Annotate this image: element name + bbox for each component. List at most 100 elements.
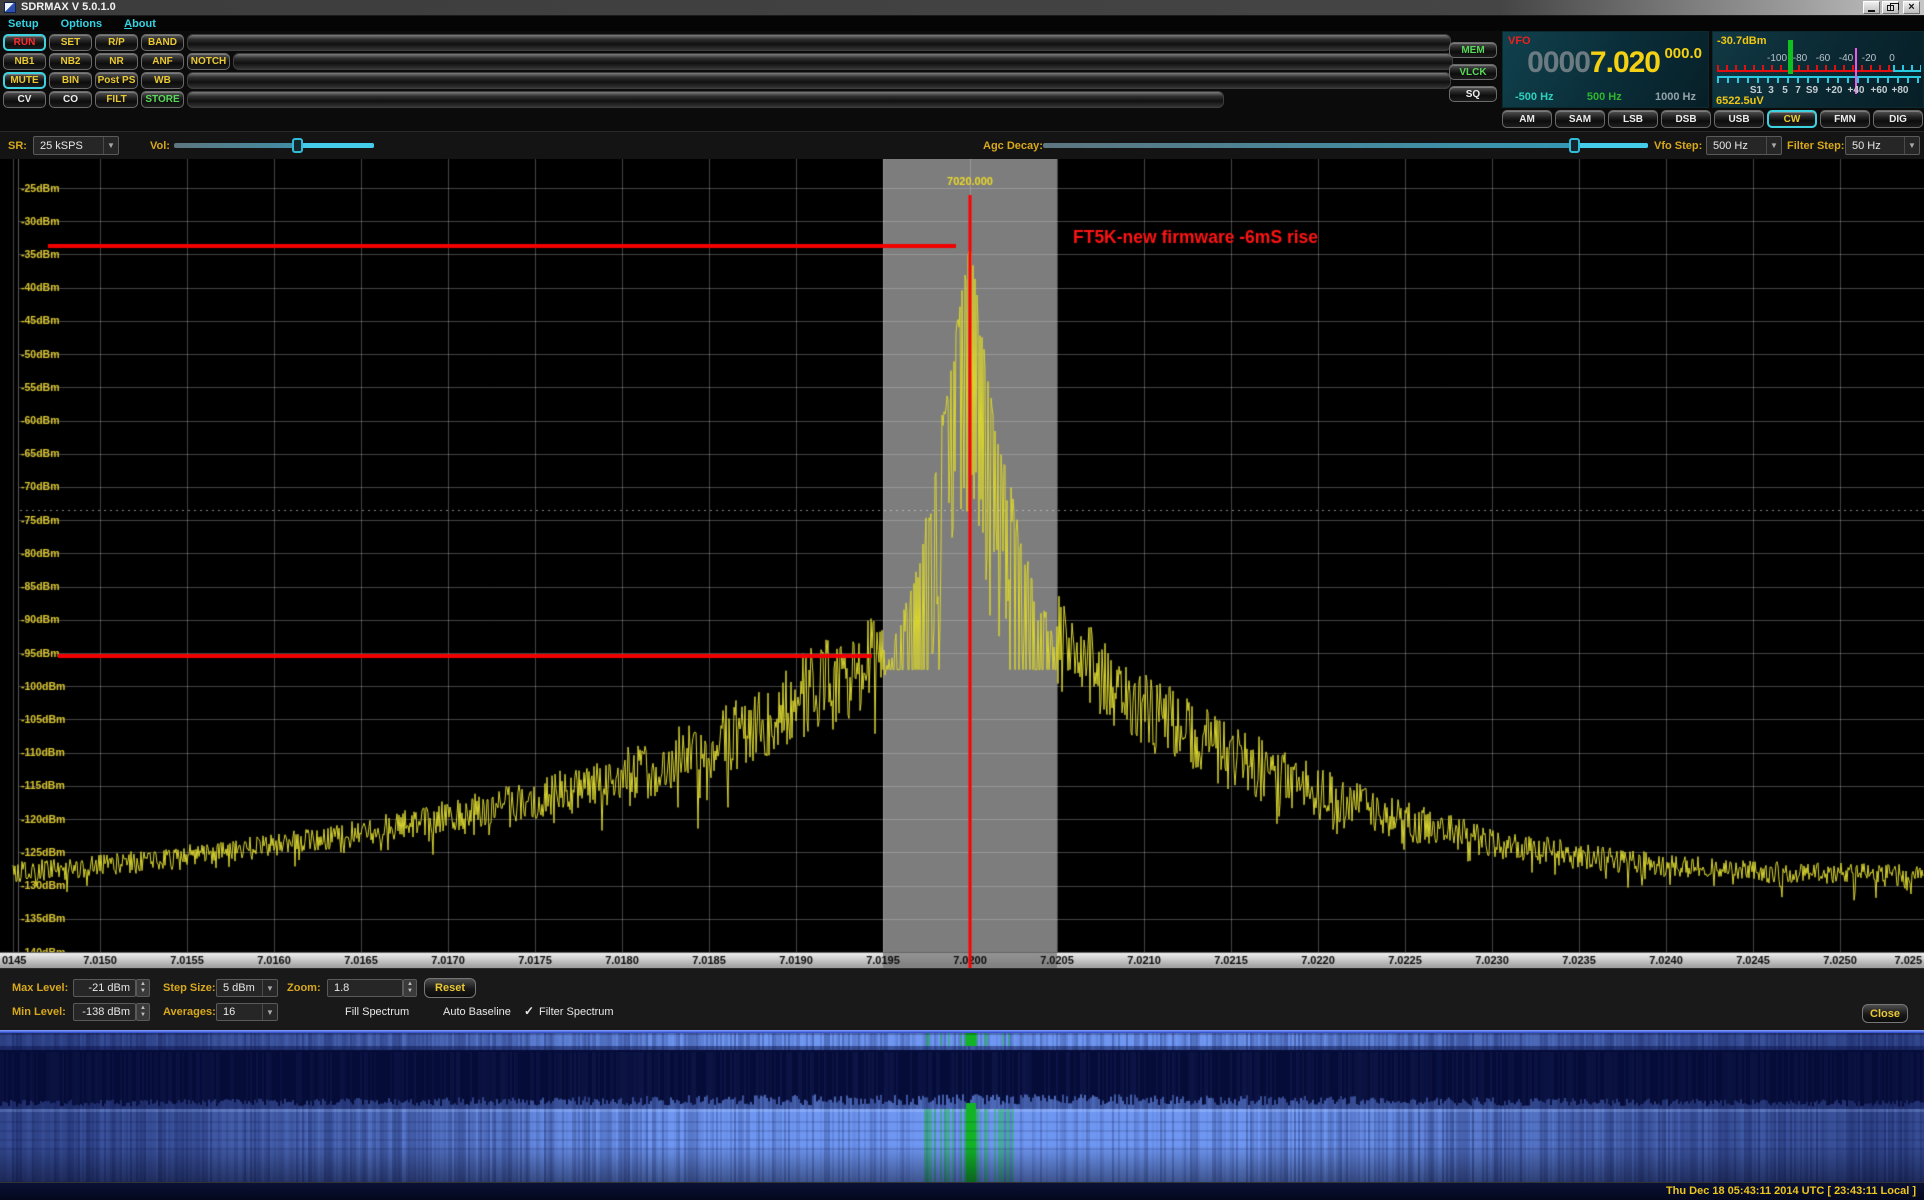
filter-offset-row: -500 Hz 500 Hz 1000 Hz	[1503, 91, 1708, 103]
frequency-display[interactable]: 00007.020 000.0	[1527, 45, 1702, 80]
slider-fill	[298, 143, 374, 148]
spin-down-icon[interactable]: ▼	[140, 988, 146, 995]
window-controls: ×	[1863, 1, 1920, 14]
vfo-step-label: Vfo Step:	[1654, 140, 1702, 152]
max-level-field[interactable]: -21 dBm	[73, 979, 136, 997]
averages-value: 16	[223, 1006, 235, 1018]
minimize-button[interactable]	[1863, 1, 1880, 14]
slider-handle[interactable]	[1569, 138, 1580, 153]
meter-scale-label: -80	[1793, 53, 1807, 64]
mode-am-button[interactable]: AM	[1502, 110, 1552, 128]
bin-button[interactable]: BIN	[49, 72, 92, 89]
offset-low[interactable]: -500 Hz	[1515, 91, 1554, 103]
store-button[interactable]: STORE	[141, 91, 184, 108]
waterfall-display[interactable]	[0, 1033, 1924, 1182]
wb-button[interactable]: WB	[141, 72, 184, 89]
panel-groove	[187, 72, 1451, 89]
close-icon: ×	[1908, 2, 1914, 13]
postps-button[interactable]: Post PS	[95, 72, 138, 89]
spin-up-icon[interactable]: ▲	[140, 981, 146, 988]
offset-high[interactable]: 1000 Hz	[1655, 91, 1696, 103]
meter-scale-label: 0	[1889, 53, 1895, 64]
mute-button[interactable]: MUTE	[3, 72, 46, 89]
mem-button[interactable]: MEM	[1449, 42, 1497, 58]
slider-handle[interactable]	[292, 138, 303, 153]
spin-up-icon[interactable]: ▲	[407, 981, 413, 988]
sunit-label: +20	[1826, 85, 1843, 96]
mode-dig-button[interactable]: DIG	[1873, 110, 1923, 128]
max-level-spinner[interactable]: ▲▼	[136, 979, 150, 997]
volume-slider[interactable]	[174, 138, 374, 153]
frequency-digits-leading: 0000	[1527, 46, 1590, 79]
menu-setup[interactable]: Setup	[8, 18, 39, 30]
mode-lsb-button[interactable]: LSB	[1608, 110, 1658, 128]
set-button[interactable]: SET	[49, 34, 92, 51]
meter-scale-label: -100	[1767, 53, 1787, 64]
restore-button[interactable]	[1882, 1, 1899, 14]
meter-ticks-sunits	[1717, 76, 1921, 83]
zoom-spinner[interactable]: ▲▼	[403, 979, 417, 997]
vfo-panel: VFO 00007.020 000.0 -500 Hz 500 Hz 1000 …	[1502, 31, 1709, 108]
slider-fill	[1575, 143, 1648, 148]
filt-button[interactable]: FILT	[95, 91, 138, 108]
meter-scale-label: -20	[1862, 53, 1876, 64]
notch-button[interactable]: NOTCH	[187, 53, 230, 70]
sunit-label: 5	[1782, 85, 1788, 96]
meter-scale-label: -60	[1816, 53, 1830, 64]
spectrum-control-panel: Max Level: -21 dBm ▲▼ Step Size: 5 dBm ▼…	[0, 968, 1924, 1030]
app-icon[interactable]	[4, 2, 16, 13]
agc-decay-slider[interactable]	[1043, 138, 1648, 153]
mode-usb-button[interactable]: USB	[1714, 110, 1764, 128]
sunit-label: 3	[1768, 85, 1774, 96]
cv-button[interactable]: CV	[3, 91, 46, 108]
mode-dsb-button[interactable]: DSB	[1661, 110, 1711, 128]
fill-spectrum-toggle[interactable]: Fill Spectrum	[345, 1006, 409, 1018]
agc-decay-label: Agc Decay:	[983, 140, 1043, 152]
sunit-label: +40	[1848, 85, 1865, 96]
spin-down-icon[interactable]: ▼	[140, 1012, 146, 1019]
vfo-step-select[interactable]: 500 Hz ▼	[1706, 136, 1782, 155]
min-level-label: Min Level:	[12, 1006, 66, 1018]
mode-sam-button[interactable]: SAM	[1555, 110, 1605, 128]
close-panel-button[interactable]: Close	[1862, 1004, 1908, 1023]
filter-spectrum-toggle[interactable]: Filter Spectrum	[539, 1006, 614, 1018]
reset-button[interactable]: Reset	[424, 978, 476, 998]
co-button[interactable]: CO	[49, 91, 92, 108]
close-window-button[interactable]: ×	[1903, 1, 1920, 14]
auto-baseline-toggle[interactable]: Auto Baseline	[443, 1006, 511, 1018]
zoom-field[interactable]: 1.8	[327, 979, 403, 997]
mode-fmn-button[interactable]: FMN	[1820, 110, 1870, 128]
slider-track[interactable]	[1043, 143, 1648, 148]
sq-button[interactable]: SQ	[1449, 86, 1497, 102]
step-size-label: Step Size:	[163, 982, 216, 994]
spin-down-icon[interactable]: ▼	[407, 988, 413, 995]
spectrum-display[interactable]	[0, 159, 1924, 968]
band-button[interactable]: BAND	[141, 34, 184, 51]
chevron-down-icon: ▼	[262, 1004, 277, 1020]
menu-about[interactable]: About	[124, 18, 156, 30]
min-level-spinner[interactable]: ▲▼	[136, 1003, 150, 1021]
filter-step-label: Filter Step:	[1787, 140, 1844, 152]
run-button[interactable]: RUN	[3, 34, 46, 51]
nb2-button[interactable]: NB2	[49, 53, 92, 70]
filter-step-value: 50 Hz	[1852, 140, 1881, 152]
anf-button[interactable]: ANF	[141, 53, 184, 70]
chevron-down-icon: ▼	[1904, 137, 1919, 154]
mode-cw-button[interactable]: CW	[1767, 110, 1817, 128]
vlck-button[interactable]: VLCK	[1449, 64, 1497, 80]
nr-button[interactable]: NR	[95, 53, 138, 70]
offset-center[interactable]: 500 Hz	[1587, 91, 1622, 103]
step-size-select[interactable]: 5 dBm ▼	[216, 979, 278, 997]
rp-button[interactable]: R/P	[95, 34, 138, 51]
min-level-field[interactable]: -138 dBm	[73, 1003, 136, 1021]
spin-up-icon[interactable]: ▲	[140, 1005, 146, 1012]
sample-rate-select[interactable]: 25 kSPS ▼	[33, 136, 119, 155]
filter-step-select[interactable]: 50 Hz ▼	[1845, 136, 1920, 155]
menu-options[interactable]: Options	[61, 18, 103, 30]
nb1-button[interactable]: NB1	[3, 53, 46, 70]
frequency-digits-main: 7.020	[1590, 46, 1660, 79]
averages-select[interactable]: 16 ▼	[216, 1003, 278, 1021]
sunit-label: +60	[1871, 85, 1888, 96]
checkmark-icon[interactable]: ✓	[524, 1004, 534, 1018]
vfo-step-value: 500 Hz	[1713, 140, 1748, 152]
